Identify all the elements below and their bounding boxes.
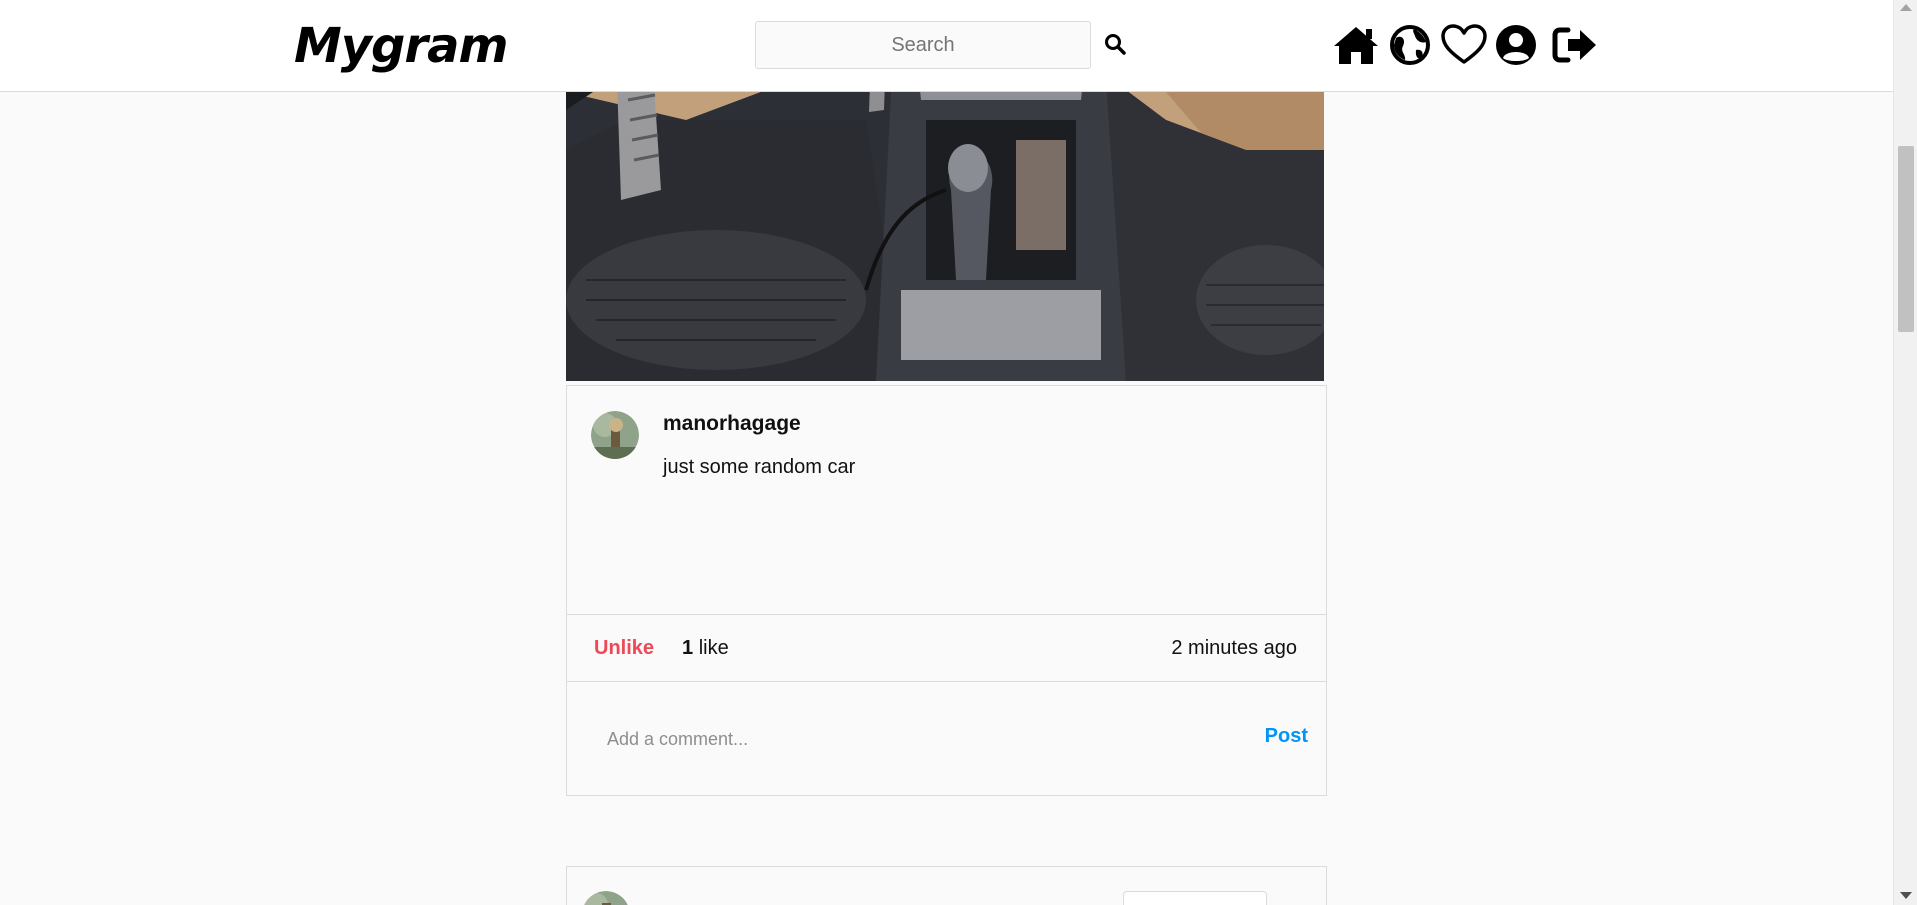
follow-button[interactable]	[1123, 891, 1267, 905]
post-username[interactable]: manorhagage	[663, 412, 801, 436]
comment-input[interactable]	[591, 716, 1211, 762]
post-caption: just some random car	[663, 456, 856, 478]
like-count-number: 1	[682, 637, 694, 659]
top-navbar: Mygram	[0, 0, 1893, 92]
scroll-down-arrow-icon[interactable]	[1900, 892, 1912, 899]
home-icon[interactable]	[1332, 24, 1380, 66]
post-actions-bar: Unlike 1 like 2 minutes ago	[567, 614, 1326, 682]
page-scrollbar[interactable]	[1893, 0, 1917, 905]
next-post-card	[566, 866, 1327, 905]
profile-icon[interactable]	[1492, 24, 1540, 66]
avatar[interactable]	[582, 891, 630, 905]
search-input[interactable]	[755, 21, 1091, 69]
logout-icon[interactable]	[1552, 24, 1600, 66]
explore-globe-icon[interactable]	[1386, 24, 1434, 66]
search-icon[interactable]	[1103, 32, 1127, 56]
like-count-label: like	[698, 637, 729, 659]
post-card: manorhagage just some random car Unlike …	[566, 385, 1327, 796]
avatar[interactable]	[591, 411, 639, 459]
app-logo[interactable]: Mygram	[294, 18, 508, 74]
post-timestamp: 2 minutes ago	[1171, 637, 1297, 659]
activity-heart-icon[interactable]	[1440, 24, 1488, 66]
post-comment-button[interactable]: Post	[1265, 725, 1308, 748]
scrollbar-thumb[interactable]	[1898, 146, 1914, 332]
like-count: 1 like	[682, 637, 729, 660]
scroll-up-arrow-icon[interactable]	[1900, 4, 1912, 11]
unlike-button[interactable]: Unlike	[594, 637, 654, 660]
